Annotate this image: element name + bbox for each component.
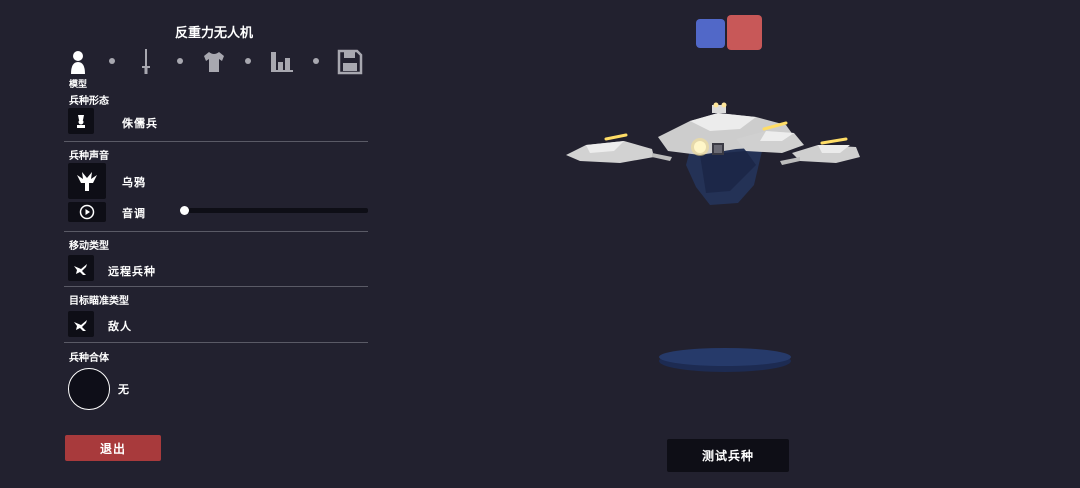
tab-separator	[313, 58, 319, 64]
target-enemy-icon	[74, 320, 87, 331]
sword-icon	[142, 49, 150, 74]
unit-preview[interactable]	[560, 95, 865, 385]
editor-tabs	[64, 48, 368, 76]
save-tab[interactable]	[336, 48, 364, 76]
divider	[64, 231, 368, 232]
divider	[64, 342, 368, 343]
play-icon	[79, 204, 95, 220]
weapon-tab[interactable]	[132, 48, 160, 76]
play-voice-button[interactable]	[68, 202, 106, 222]
form-section-label: 兵种形态	[69, 96, 109, 107]
movement-section-label: 移动类型	[69, 241, 109, 252]
merge-unit-slot[interactable]	[68, 368, 110, 410]
movement-value: 远程兵种	[108, 265, 156, 278]
person-icon	[71, 51, 85, 74]
form-value: 侏儒兵	[122, 117, 158, 130]
shirt-icon	[204, 52, 224, 72]
divider	[64, 286, 368, 287]
clothing-tab[interactable]	[200, 48, 228, 76]
drone-model	[566, 102, 860, 372]
tab-separator	[177, 58, 183, 64]
targeting-section-label: 目标瞄准类型	[69, 296, 129, 307]
exit-button[interactable]: 退出	[65, 435, 161, 461]
blue-team-button[interactable]	[696, 19, 725, 48]
voice-value: 乌鸦	[122, 176, 146, 189]
crow-icon	[77, 172, 97, 191]
pitch-slider-knob[interactable]	[180, 206, 189, 215]
red-team-button[interactable]	[727, 15, 762, 50]
bar-chart-icon	[271, 52, 293, 72]
gnome-icon	[77, 115, 85, 128]
movement-select-button[interactable]	[68, 255, 94, 281]
voice-section-label: 兵种声音	[69, 151, 109, 162]
stats-tab[interactable]	[268, 48, 296, 76]
targeting-value: 敌人	[108, 320, 132, 333]
pitch-slider[interactable]	[180, 206, 368, 215]
ranged-unit-icon	[74, 264, 87, 275]
form-select-button[interactable]	[68, 108, 94, 134]
pitch-label: 音调	[122, 207, 146, 220]
unit-name-title: 反重力无人机	[174, 26, 253, 41]
test-unit-button[interactable]: 测试兵种	[667, 439, 789, 472]
model-tab[interactable]	[64, 48, 92, 76]
merge-value: 无	[118, 383, 130, 396]
tab-separator	[245, 58, 251, 64]
merge-section-label: 兵种合体	[69, 353, 109, 364]
targeting-select-button[interactable]	[68, 311, 94, 337]
divider	[64, 141, 368, 142]
tab-separator	[109, 58, 115, 64]
save-icon	[337, 49, 363, 75]
active-tab-label: 模型	[69, 80, 88, 90]
voice-select-button[interactable]	[68, 163, 106, 199]
